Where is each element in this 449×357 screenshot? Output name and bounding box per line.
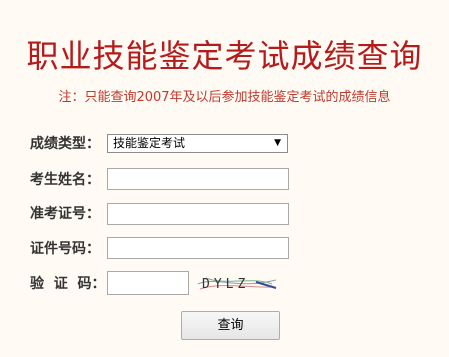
id-number-input[interactable] <box>107 237 289 259</box>
admission-number-input[interactable] <box>107 203 289 225</box>
name-label: 考生姓名： <box>30 172 100 188</box>
query-button[interactable]: 查询 <box>181 311 280 340</box>
score-type-selected-value: 技能鉴定考试 <box>113 136 186 150</box>
page-title: 职业技能鉴定考试成绩查询 <box>26 37 423 75</box>
score-type-select[interactable]: 技能鉴定考试 ▼ <box>107 134 288 153</box>
dropdown-arrow-icon: ▼ <box>274 138 281 148</box>
captcha-image[interactable]: DYLZ <box>196 272 278 294</box>
admission-number-label: 准考证号： <box>30 206 100 222</box>
id-number-label: 证件号码： <box>30 241 100 257</box>
captcha-label-text: 验 证 码： <box>30 276 106 292</box>
name-input[interactable] <box>107 168 289 190</box>
captcha-text: DYLZ <box>202 277 249 292</box>
captcha-label: 验 证 码： <box>30 274 106 294</box>
score-query-page: 职业技能鉴定考试成绩查询 注：只能查询2007年及以后参加技能鉴定考试的成绩信息… <box>0 0 449 357</box>
captcha-input[interactable] <box>107 271 189 295</box>
notice-text: 注：只能查询2007年及以后参加技能鉴定考试的成绩信息 <box>58 90 391 105</box>
captcha-image-graphic: DYLZ <box>196 272 278 294</box>
score-type-label: 成绩类型： <box>30 136 100 152</box>
